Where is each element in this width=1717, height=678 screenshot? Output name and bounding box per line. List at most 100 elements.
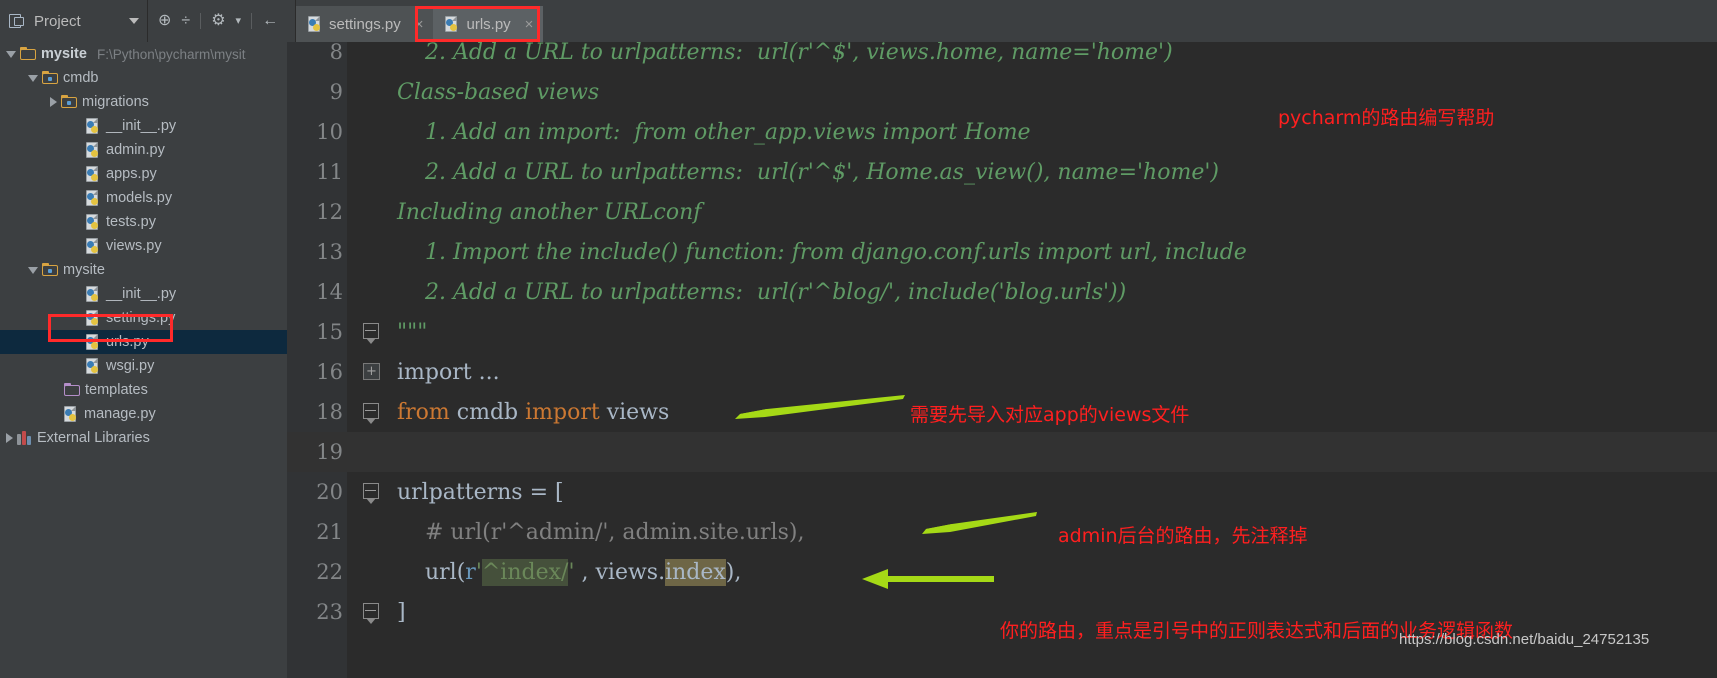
python-file-icon: [308, 15, 323, 33]
watermark-url: https://blog.csdn.net/baidu_24752135: [1399, 631, 1650, 648]
project-tree[interactable]: mysite F:\Python\pycharm\mysit cmdb migrati…: [0, 42, 287, 678]
tree-item-manage-py[interactable]: manage.py: [0, 402, 287, 426]
code-token: url(: [397, 559, 466, 585]
tree-item-migrations[interactable]: migrations: [0, 90, 287, 114]
tab-settings-py[interactable]: settings.py ×: [296, 6, 434, 42]
tree-item-tests-py[interactable]: tests.py: [0, 210, 287, 234]
tree-item---init---py[interactable]: __init__.py: [0, 114, 287, 138]
locate-target-icon[interactable]: ⊕: [158, 13, 171, 29]
hide-panel-icon[interactable]: ←: [262, 13, 278, 29]
code-token: 1. Import the include() function: from d…: [397, 239, 1247, 265]
line-number: 13: [316, 240, 343, 264]
chevron-down-icon[interactable]: [129, 18, 139, 24]
toolbar-separator-2: [251, 13, 253, 29]
folder-module-icon: [61, 95, 77, 109]
tree-item-external-libraries[interactable]: External Libraries: [0, 426, 287, 450]
tree-item-views-py[interactable]: views.py: [0, 234, 287, 258]
code-token: 2. Add a URL to urlpatterns: url(r'^$', …: [397, 159, 1219, 185]
tree-item-apps-py[interactable]: apps.py: [0, 162, 287, 186]
close-icon[interactable]: ×: [525, 16, 534, 33]
tree-item-mysite[interactable]: mysite: [0, 258, 287, 282]
folder-module-icon: [42, 71, 58, 85]
tree-item-cmdb[interactable]: cmdb: [0, 66, 287, 90]
line-number: 15: [316, 320, 343, 344]
gear-icon[interactable]: ⚙: [211, 13, 225, 29]
code-text: """: [397, 320, 427, 345]
code-token: from: [397, 399, 457, 425]
code-token: ]: [397, 599, 406, 625]
code-token: # url(r'^admin/', admin.site.urls),: [397, 519, 805, 545]
line-number: 21: [316, 520, 343, 544]
code-editor[interactable]: 8 2. Add a URL to urlpatterns: url(r'^$'…: [287, 42, 1717, 678]
tree-item-models-py[interactable]: models.py: [0, 186, 287, 210]
code-text: 2. Add a URL to urlpatterns: url(r'^$', …: [397, 42, 1173, 65]
code-text: 1. Import the include() function: from d…: [397, 240, 1247, 265]
code-line[interactable]: 19: [287, 432, 1717, 472]
collapse-all-icon[interactable]: ÷: [181, 13, 190, 29]
code-token: Including another URLconf: [397, 199, 702, 225]
fold-collapse-icon[interactable]: [363, 603, 380, 624]
code-token: index: [665, 558, 726, 586]
fold-collapse-icon[interactable]: [363, 403, 380, 424]
annotation-text: 需要先导入对应app的views文件: [910, 404, 1190, 426]
tree-item-label: urls.py: [106, 334, 149, 350]
project-tool-window-button[interactable]: Project: [0, 0, 148, 42]
python-file-icon: [445, 15, 460, 33]
chevron-down-icon[interactable]: [6, 50, 16, 58]
code-text: 1. Add an import: from other_app.views i…: [397, 120, 1031, 145]
tree-item-admin-py[interactable]: admin.py: [0, 138, 287, 162]
code-token: cmdb: [456, 399, 526, 425]
tree-item-wsgi-py[interactable]: wsgi.py: [0, 354, 287, 378]
code-token: 1. Add an import: from other_app.views i…: [397, 119, 1031, 145]
folder-icon: [20, 47, 36, 61]
code-text: url(r'^index/' , views.index),: [397, 558, 741, 586]
code-line[interactable]: 8 2. Add a URL to urlpatterns: url(r'^$'…: [287, 42, 1717, 72]
gear-dropdown-icon[interactable]: ▾: [236, 15, 242, 27]
code-line[interactable]: 13 1. Import the include() function: fro…: [287, 232, 1717, 272]
chevron-down-icon[interactable]: [28, 266, 38, 274]
fold-collapse-icon[interactable]: [363, 323, 380, 344]
tree-item-label: views.py: [106, 238, 162, 254]
tree-item-label: migrations: [82, 94, 149, 110]
python-file-icon: [86, 141, 101, 159]
code-line[interactable]: 20 urlpatterns = [: [287, 472, 1717, 512]
tree-item-settings-py[interactable]: settings.py: [0, 306, 287, 330]
chevron-right-icon[interactable]: [6, 433, 13, 443]
fold-collapse-icon[interactable]: [363, 483, 380, 504]
tree-item-mysite[interactable]: mysite F:\Python\pycharm\mysit: [0, 42, 287, 66]
code-line[interactable]: 9 Class-based views: [287, 72, 1717, 112]
tree-item---init---py[interactable]: __init__.py: [0, 282, 287, 306]
code-line[interactable]: 14 2. Add a URL to urlpatterns: url(r'^b…: [287, 272, 1717, 312]
code-line[interactable]: 16 + import ...: [287, 352, 1717, 392]
code-text: 2. Add a URL to urlpatterns: url(r'^blog…: [397, 280, 1126, 305]
code-line[interactable]: 15 """: [287, 312, 1717, 352]
code-line[interactable]: 10 1. Add an import: from other_app.view…: [287, 112, 1717, 152]
tree-item-urls-py[interactable]: urls.py: [0, 330, 287, 354]
code-text: from cmdb import views: [397, 400, 669, 425]
code-line[interactable]: 22 url(r'^index/' , views.index),: [287, 552, 1717, 592]
fold-expand-icon[interactable]: +: [363, 363, 380, 380]
close-icon[interactable]: ×: [415, 16, 424, 33]
folder-module-icon: [42, 263, 58, 277]
tree-item-label: settings.py: [106, 310, 176, 326]
chevron-right-icon[interactable]: [50, 97, 57, 107]
python-file-icon: [86, 333, 101, 351]
chevron-down-icon[interactable]: [28, 74, 38, 82]
tree-item-templates[interactable]: templates: [0, 378, 287, 402]
tree-item-label: templates: [85, 382, 148, 398]
tab-label: urls.py: [466, 15, 511, 33]
annotation-text: pycharm的路由编写帮助: [1278, 107, 1495, 129]
code-line[interactable]: 11 2. Add a URL to urlpatterns: url(r'^$…: [287, 152, 1717, 192]
line-number: 16: [316, 360, 343, 384]
line-number: 12: [316, 200, 343, 224]
code-token: """: [397, 319, 428, 345]
tab-urls-py[interactable]: urls.py ×: [433, 6, 544, 42]
code-text: # url(r'^admin/', admin.site.urls),: [397, 520, 804, 545]
code-line[interactable]: 12 Including another URLconf: [287, 192, 1717, 232]
annotation-arrow-admin: [922, 512, 1037, 534]
tree-item-label: mysite: [41, 46, 87, 62]
